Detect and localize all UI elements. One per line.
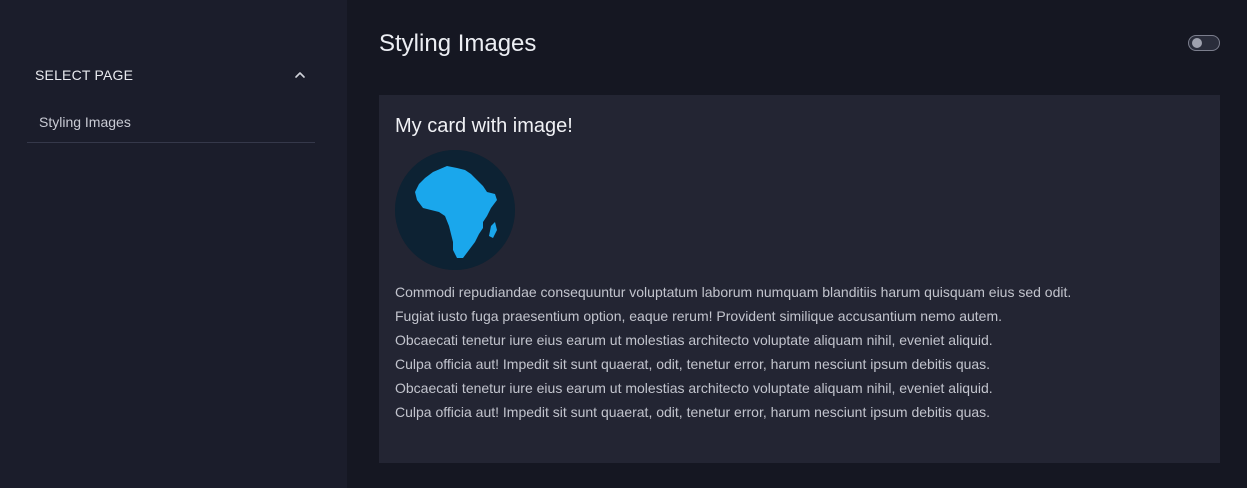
theme-toggle[interactable]: [1188, 34, 1220, 51]
chevron-up-icon[interactable]: [294, 69, 306, 81]
paragraph: Obcaecati tenetur iure eius earum ut mol…: [395, 332, 993, 348]
page-title: Styling Images: [379, 29, 537, 57]
paragraph: Obcaecati tenetur iure eius earum ut mol…: [395, 380, 993, 396]
africa-globe-icon: [395, 150, 515, 270]
sidebar: SELECT PAGE Styling Images: [0, 0, 347, 488]
paragraph: Commodi repudiandae consequuntur volupta…: [395, 284, 1072, 300]
topbar: Styling Images: [379, 0, 1220, 95]
sidebar-item-styling-images[interactable]: Styling Images: [27, 102, 315, 143]
paragraph: Culpa officia aut! Impedit sit sunt quae…: [395, 356, 991, 372]
toggle-knob: [1192, 37, 1202, 48]
sidebar-section-title: SELECT PAGE: [35, 67, 134, 83]
image-card: My card with image! Commodi repudiandae …: [379, 95, 1220, 463]
card-title: My card with image!: [395, 115, 573, 137]
paragraph: Fugiat iusto fuga praesentium option, ea…: [395, 308, 1002, 324]
paragraph: Culpa officia aut! Impedit sit sunt quae…: [395, 404, 991, 420]
main-content: Styling Images My card with image! Commo…: [347, 0, 1247, 488]
sidebar-section-header[interactable]: SELECT PAGE: [35, 64, 312, 86]
card-text: Commodi repudiandae consequuntur volupta…: [395, 280, 1204, 424]
sidebar-nav: Styling Images: [27, 102, 315, 143]
app-root: SELECT PAGE Styling Images Styling Image…: [0, 0, 1247, 488]
